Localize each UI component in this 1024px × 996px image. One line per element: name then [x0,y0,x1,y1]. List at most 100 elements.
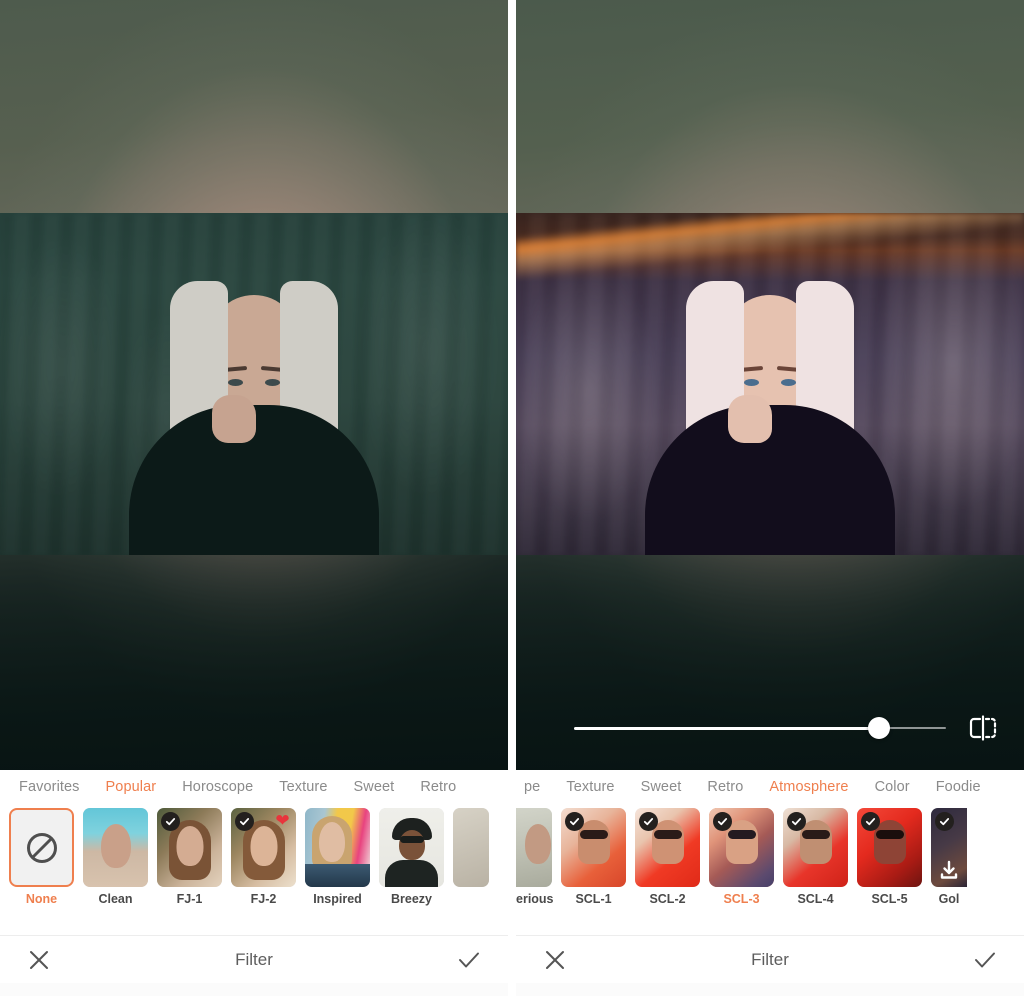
thumb-art-sunglasses [727,830,756,839]
filter-thumb-gol[interactable] [931,808,967,887]
filter-item-inspired[interactable]: Inspired [305,808,370,906]
filter-intensity-slider-row [516,696,1024,760]
thumb-art-face [250,826,277,866]
filter-thumb-erious[interactable] [516,808,552,887]
thumb-art-sunglasses [801,830,830,839]
filter-item-next-partial[interactable] [453,808,489,887]
filter-item-scl-3[interactable]: SCL-3 [709,808,774,906]
right-filter-thumbnail-list[interactable]: erious SCL-1 SCL-2 SCL-3 SCL-4 SCL-5 Gol [516,804,1024,906]
filter-label-clean: Clean [98,892,133,906]
download-button[interactable] [938,859,960,881]
filter-item-breezy[interactable]: Breezy [379,808,444,906]
slider-thumb[interactable] [868,717,891,739]
tab-sweet[interactable]: Sweet [341,779,408,795]
cancel-button[interactable] [26,947,52,973]
tab-foodie[interactable]: Foodie [923,779,994,795]
tab-texture[interactable]: Texture [266,779,340,795]
check-icon [975,952,995,967]
right-preview-canvas [516,0,1024,770]
confirm-button[interactable] [972,947,998,973]
right-screen: pe Texture Sweet Retro Atmosphere Color … [516,0,1024,996]
thumb-art-face [525,824,551,864]
filter-item-scl-2[interactable]: SCL-2 [635,808,700,906]
filter-label-scl-1: SCL-1 [575,892,612,906]
filter-thumb-breezy[interactable] [379,808,444,887]
filter-item-clean[interactable]: Clean [83,808,148,906]
compare-before-after-icon [969,715,997,741]
right-filter-category-tabs: pe Texture Sweet Retro Atmosphere Color … [516,770,1024,804]
tab-color[interactable]: Color [862,779,923,795]
filter-item-none[interactable]: None [9,808,74,906]
left-filter-category-tabs: Favorites Popular Horoscope Texture Swee… [0,770,508,804]
close-x-icon [546,950,564,969]
filter-item-fj-1[interactable]: FJ-1 [157,808,222,906]
confirm-button[interactable] [456,947,482,973]
thumb-art-body [385,860,438,887]
filter-thumb-scl-2[interactable] [635,808,700,887]
cancel-button[interactable] [542,947,568,973]
subject-hand [212,395,256,443]
filter-label-gol: Gol [938,892,960,906]
left-preview-canvas [0,0,508,770]
filter-downloaded-check-badge [787,812,806,831]
thumb-art-sunglasses [875,830,904,839]
filter-downloaded-check-badge [639,812,658,831]
left-bottom-bar: Filter [0,935,508,983]
filter-item-gol[interactable]: Gol [931,808,967,906]
filter-intensity-slider[interactable] [574,717,946,739]
filter-thumb-scl-5[interactable] [857,808,922,887]
filter-item-erious[interactable]: erious [516,808,554,906]
left-footer-strip [0,983,508,996]
filter-thumb-fj-2[interactable]: ❤ [231,808,296,887]
tab-sweet[interactable]: Sweet [628,779,695,795]
filter-item-scl-5[interactable]: SCL-5 [857,808,922,906]
thumb-art-face [100,824,131,868]
thumb-art-face [398,830,425,860]
preview-photo-filtered[interactable] [516,213,1024,555]
photo-subject [104,255,404,555]
tab-retro[interactable]: Retro [407,779,469,795]
filter-label-scl-3: SCL-3 [723,892,760,906]
filter-downloaded-check-badge [235,812,254,831]
filter-thumb-none[interactable] [9,808,74,887]
page-title: Filter [235,949,273,969]
filter-thumb-fj-1[interactable] [157,808,222,887]
favorite-heart-icon[interactable]: ❤ [273,811,292,830]
filter-downloaded-check-badge [935,812,954,831]
filter-thumb-scl-4[interactable] [783,808,848,887]
tab-popular[interactable]: Popular [93,779,170,795]
filter-thumb-partial[interactable] [453,808,489,887]
tab-retro[interactable]: Retro [694,779,756,795]
filter-label-inspired: Inspired [313,892,362,906]
filter-thumb-scl-3[interactable] [709,808,774,887]
subject-eye-right [265,379,280,386]
filter-item-fj-2[interactable]: ❤ FJ-2 [231,808,296,906]
filter-thumb-inspired[interactable] [305,808,370,887]
left-filter-strip: Favorites Popular Horoscope Texture Swee… [0,770,508,935]
thumb-art-sunglasses [653,830,682,839]
tab-favorites[interactable]: Favorites [6,779,93,795]
filter-thumb-clean[interactable] [83,808,148,887]
filter-label-fj-2: FJ-2 [250,892,277,906]
filter-item-scl-1[interactable]: SCL-1 [561,808,626,906]
thumb-art [453,808,489,887]
preview-photo-original[interactable] [0,213,508,555]
check-icon [643,818,654,826]
thumb-art-sunglasses [399,836,424,843]
left-filter-thumbnail-list[interactable]: None Clean FJ-1 ❤ FJ-2 Inspired Breezy [0,804,508,906]
compare-button[interactable] [962,707,1004,749]
filter-thumb-scl-1[interactable] [561,808,626,887]
filter-item-scl-4[interactable]: SCL-4 [783,808,848,906]
right-footer-strip [516,983,1024,996]
tab-texture[interactable]: Texture [553,779,627,795]
download-icon [940,860,958,879]
no-filter-icon [26,832,57,863]
tab-horoscope-partial[interactable]: pe [522,779,553,795]
filter-label-fj-1: FJ-1 [176,892,203,906]
subject-eye-left [744,379,759,386]
check-icon [791,818,802,826]
filter-label-scl-4: SCL-4 [797,892,834,906]
photo-subject [620,255,920,555]
tab-atmosphere[interactable]: Atmosphere [756,779,861,795]
tab-horoscope[interactable]: Horoscope [169,779,266,795]
